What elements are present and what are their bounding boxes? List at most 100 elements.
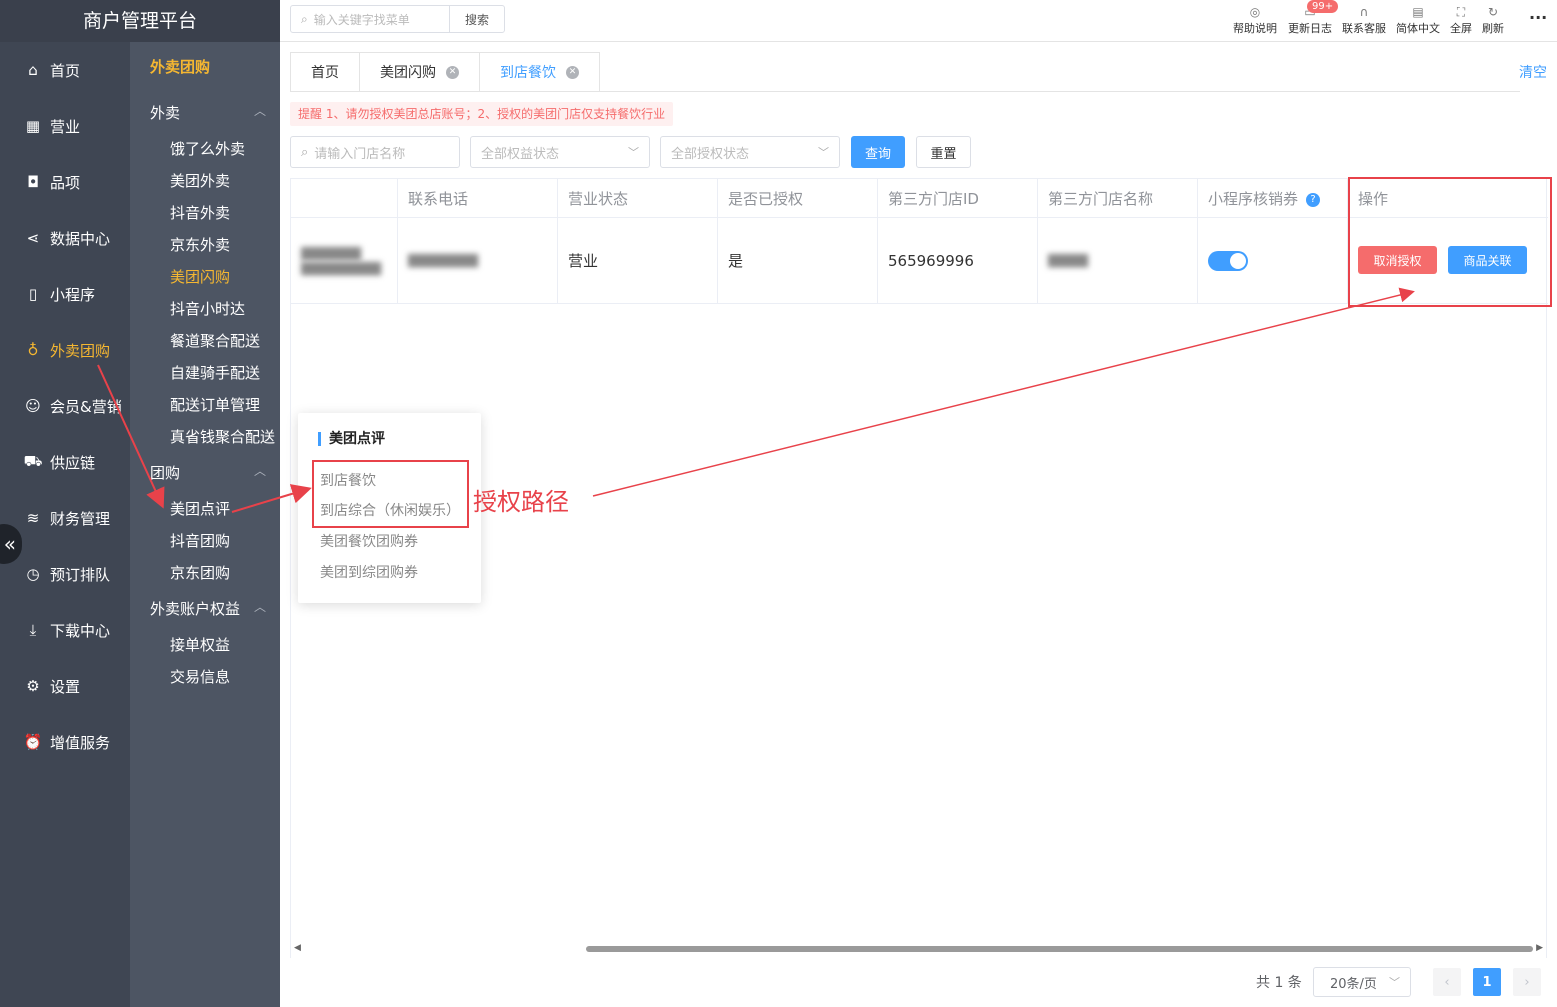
store-sub: ▇▇▇▇▇▇▇▇ [301, 260, 381, 276]
nav-item-6[interactable]: ☺ 会员&营销 [0, 386, 130, 426]
home-icon: ⌂ [28, 61, 38, 79]
rights-status-select[interactable]: 全部权益状态 ﹀ [470, 136, 650, 168]
subnav-item[interactable]: 抖音小时达 [170, 298, 245, 319]
menu-search-input[interactable]: ⌕ 输入关键字找菜单 [290, 5, 450, 33]
more-icon[interactable]: ··· [1529, 8, 1547, 27]
popover-item-dine-in[interactable]: 到店餐饮 [320, 470, 376, 490]
tab-meituan-flash[interactable]: 美团闪购 ✕ [360, 53, 480, 91]
reset-button[interactable]: 重置 [916, 136, 971, 168]
subnav-group-0[interactable]: 外卖 ︿ [150, 102, 270, 123]
fullscreen-tool[interactable]: ⛶ 全屏 [1450, 4, 1472, 36]
subnav-item[interactable]: 饿了么外卖 [170, 138, 245, 159]
tab-home[interactable]: 首页 [291, 53, 360, 91]
subnav-item[interactable]: 交易信息 [170, 666, 230, 687]
store-cell: ▇▇▇▇▇▇ ▇▇▇▇▇▇▇▇ [291, 218, 398, 304]
query-button[interactable]: 查询 [851, 136, 905, 168]
subnav-item[interactable]: 京东外卖 [170, 234, 230, 255]
scroll-left-icon[interactable]: ◀ [294, 943, 301, 953]
store-name-input[interactable]: ⌕ 请输入门店名称 [290, 136, 460, 168]
chevron-up-icon: ︿ [253, 600, 266, 614]
col-coupon: 小程序核销券? [1198, 178, 1348, 218]
nav-item-4[interactable]: ▯ 小程序 [0, 274, 130, 314]
subnav-group-1[interactable]: 团购 ︿ [150, 462, 270, 483]
support-label: 联系客服 [1342, 22, 1386, 35]
subnav-item[interactable]: 真省钱聚合配送 [170, 426, 275, 447]
subnav-item[interactable]: 餐道聚合配送 [170, 330, 260, 351]
nav-item-3[interactable]: ⋖ 数据中心 [0, 218, 130, 258]
page-size-value: 20条/页 [1330, 976, 1377, 992]
popover-item-leisure[interactable]: 到店综合（休闲娱乐） [320, 500, 460, 520]
help-label: 帮助说明 [1233, 22, 1277, 35]
menu-search-placeholder: 输入关键字找菜单 [313, 12, 410, 27]
nav-item-12[interactable]: ⏰ 增值服务 [0, 722, 130, 762]
nav-item-0[interactable]: ⌂ 首页 [0, 50, 130, 90]
nav-item-label: 设置 [50, 677, 81, 696]
cancel-authorization-button[interactable]: 取消授权 [1358, 246, 1437, 274]
auth-status-select[interactable]: 全部授权状态 ﹀ [660, 136, 840, 168]
link-products-button[interactable]: 商品关联 [1448, 246, 1527, 274]
subnav-item[interactable]: 美团点评 [170, 498, 230, 519]
nav-item-7[interactable]: ⛟ 供应链 [0, 442, 130, 482]
prev-page-button[interactable]: ‹ [1433, 968, 1461, 996]
close-icon[interactable]: ✕ [566, 65, 579, 79]
nav-item-5[interactable]: ♁ 外卖团购 [0, 330, 130, 370]
nav-item-label: 小程序 [50, 285, 96, 304]
nav-item-1[interactable]: ▦ 营业 [0, 106, 130, 146]
subnav-group-label: 外卖 [150, 104, 181, 122]
sub-sidebar-title: 外卖团购 [150, 58, 211, 76]
rights-status-value: 全部权益状态 [481, 146, 560, 162]
clear-tabs-button[interactable]: 清空 [1519, 62, 1547, 82]
nav-item-label: 营业 [50, 117, 81, 136]
col-store [291, 178, 398, 218]
nav-item-11[interactable]: ⚙ 设置 [0, 666, 130, 706]
question-icon[interactable]: ? [1306, 192, 1321, 207]
search-icon: ⌕ [301, 11, 308, 26]
nav-item-label: 增值服务 [50, 733, 111, 752]
nav-item-2[interactable]: ◘ 品项 [0, 162, 130, 202]
subnav-item[interactable]: 配送订单管理 [170, 394, 260, 415]
subnav-item[interactable]: 抖音团购 [170, 530, 230, 551]
refresh-label: 刷新 [1482, 22, 1504, 35]
alarm-icon: ⏰ [23, 733, 43, 751]
scrollbar-thumb[interactable] [586, 946, 1533, 952]
subnav-item[interactable]: 接单权益 [170, 634, 230, 655]
menu-search-button[interactable]: 搜索 [449, 5, 505, 33]
subnav-item[interactable]: 京东团购 [170, 562, 230, 583]
subnav-item[interactable]: 抖音外卖 [170, 202, 230, 223]
headset-icon: ∩ [1359, 5, 1369, 19]
scroll-right-icon[interactable]: ▶ [1536, 943, 1543, 953]
nav-item-label: 数据中心 [50, 229, 111, 248]
subnav-item[interactable]: 美团闪购 [170, 266, 230, 287]
coupon-toggle[interactable] [1208, 250, 1248, 271]
page-size-select[interactable]: 20条/页 ﹀ [1313, 967, 1411, 997]
close-icon[interactable]: ✕ [446, 65, 459, 79]
subnav-group-2[interactable]: 外卖账户权益 ︿ [150, 598, 270, 619]
language-tool[interactable]: ▤ 简体中文 [1396, 4, 1440, 36]
popover-title: 美团点评 [318, 432, 385, 446]
bike-icon: ♁ [27, 341, 39, 359]
brand-title: 商户管理平台 [0, 0, 280, 42]
tab-label: 美团闪购 [380, 65, 436, 81]
tab-dine-in[interactable]: 到店餐饮 ✕ [480, 53, 600, 91]
page-1-button[interactable]: 1 [1473, 968, 1501, 996]
nav-item-9[interactable]: ◷ 预订排队 [0, 554, 130, 594]
language-label: 简体中文 [1396, 22, 1440, 35]
download-icon: ⤓ [29, 621, 37, 639]
nav-item-10[interactable]: ⤓ 下载中心 [0, 610, 130, 650]
refresh-tool[interactable]: ↻ 刷新 [1482, 4, 1504, 36]
store-name-placeholder: 请输入门店名称 [314, 146, 406, 162]
sub-sidebar: 外卖团购 外卖 ︿ 饿了么外卖 美团外卖 抖音外卖 京东外卖 美团闪购 抖音小时达 餐道聚合配送… [130, 42, 280, 1007]
changelog-badge: 99+ [1307, 0, 1339, 13]
subnav-item[interactable]: 自建骑手配送 [170, 362, 260, 383]
subnav-item[interactable]: 美团外卖 [170, 170, 230, 191]
popover-item-general-coupon[interactable]: 美团到综团购券 [320, 562, 418, 582]
help-tool[interactable]: ◎ 帮助说明 [1233, 4, 1277, 36]
annotation-label: 授权路径 [473, 488, 569, 516]
horizontal-scrollbar[interactable]: ◀ ▶ [290, 943, 1547, 955]
popover-item-dining-coupon[interactable]: 美团餐饮团购券 [320, 531, 418, 551]
next-page-button[interactable]: › [1513, 968, 1541, 996]
third-id-cell: 565969996 [878, 218, 1038, 304]
col-coupon-label: 小程序核销券 [1208, 190, 1299, 208]
support-tool[interactable]: ∩ 联系客服 [1342, 4, 1386, 36]
user-icon: ☺ [25, 397, 41, 415]
